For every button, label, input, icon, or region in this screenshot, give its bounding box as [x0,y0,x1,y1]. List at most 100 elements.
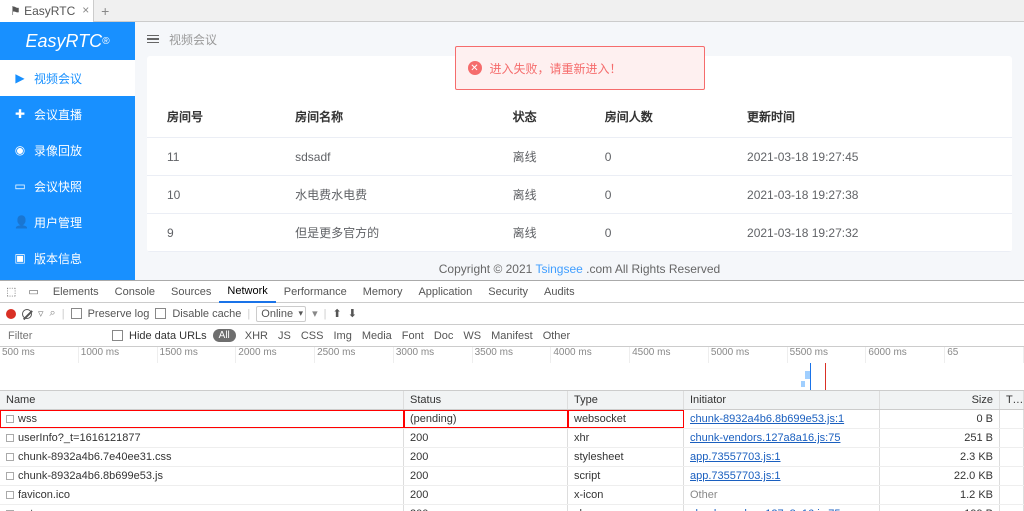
table-cell: 0 [595,138,737,176]
network-row[interactable]: userInfo?_t=1616121877200xhrchunk-vendor… [0,429,1024,448]
sidebar-item-snapshot[interactable]: ▭会议快照 [0,168,135,204]
wifi-icon[interactable]: ▾ [312,307,318,320]
throttle-select[interactable]: Online [256,306,306,322]
col-initiator[interactable]: Initiator [684,391,880,409]
side-icon: 👤 [14,215,26,229]
network-row[interactable]: chunk-8932a4b6.7e40ee31.css200stylesheet… [0,448,1024,467]
close-icon[interactable]: × [82,3,89,17]
filter-type-xhr[interactable]: XHR [242,330,271,342]
side-icon: ✚ [14,107,26,121]
sidebar: EasyRTC® ▶视频会议✚会议直播◉录像回放▭会议快照👤用户管理▣版本信息 [0,22,135,280]
sidebar-item-playback[interactable]: ◉录像回放 [0,132,135,168]
table-header: 房间名称 [285,96,503,138]
table-cell: 离线 [503,214,595,252]
devtools-tab-security[interactable]: Security [480,281,536,303]
filter-type-doc[interactable]: Doc [431,330,457,342]
devtools-tab-memory[interactable]: Memory [355,281,411,303]
table-header: 房间人数 [595,96,737,138]
col-status[interactable]: Status [404,391,568,409]
select-element-icon[interactable]: ⬚ [0,285,22,298]
network-row[interactable]: wss(pending)websocketchunk-8932a4b6.8b69… [0,410,1024,429]
hide-data-urls-checkbox[interactable] [112,330,123,341]
record-icon[interactable] [6,309,16,319]
cell-name: userInfo?_t=1616121877 [0,429,404,447]
timeline[interactable]: 500 ms1000 ms1500 ms2000 ms2500 ms3000 m… [0,347,1024,391]
cell-status: 200 [404,448,568,466]
timeline-tick: 1000 ms [79,347,158,363]
cell-name: chunk-8932a4b6.7e40ee31.css [0,448,404,466]
search-icon[interactable]: ⌕ [50,307,56,320]
table-header: 更新时间 [737,96,1012,138]
col-type[interactable]: Type [568,391,684,409]
download-icon[interactable]: ⬇ [348,307,357,320]
sidebar-item-version[interactable]: ▣版本信息 [0,240,135,276]
cell-type: stylesheet [568,448,684,466]
devtools-tab-console[interactable]: Console [107,281,163,303]
new-tab-button[interactable]: + [94,3,116,19]
clear-icon[interactable] [22,309,32,319]
timeline-tick: 5500 ms [788,347,867,363]
cell-size: 0 B [880,410,1000,428]
footer-link[interactable]: Tsingsee [535,262,582,276]
timeline-tick: 4500 ms [630,347,709,363]
cell-type: xhr [568,505,684,511]
network-row[interactable]: get200xhrchunk-vendors.127a8a16.js:75199… [0,505,1024,511]
upload-icon[interactable]: ⬆ [332,307,341,320]
network-row[interactable]: favicon.ico200x-iconOther1.2 KB [0,486,1024,505]
cell-size: 1.2 KB [880,486,1000,504]
col-size[interactable]: Size [880,391,1000,409]
filter-type-img[interactable]: Img [330,330,354,342]
cell-tin [1000,467,1024,485]
sidebar-item-video-meeting[interactable]: ▶视频会议 [0,60,135,96]
sidebar-item-users[interactable]: 👤用户管理 [0,204,135,240]
table-cell: 10 [147,176,285,214]
filter-type-ws[interactable]: WS [460,330,484,342]
preserve-log-checkbox[interactable] [71,308,82,319]
filter-type-other[interactable]: Other [540,330,574,342]
devtools-tab-network[interactable]: Network [219,281,275,303]
cell-name: wss [0,410,404,428]
filter-type-css[interactable]: CSS [298,330,327,342]
toggle-device-icon[interactable]: ▭ [22,285,44,298]
filter-type-media[interactable]: Media [359,330,395,342]
breadcrumb: 视频会议 [169,31,217,48]
devtools-tab-application[interactable]: Application [410,281,480,303]
error-icon: ✕ [468,61,482,75]
table-row[interactable]: 11sdsadf离线02021-03-18 19:27:45 [147,138,1012,176]
sidebar-item-live[interactable]: ✚会议直播 [0,96,135,132]
menu-toggle-icon[interactable] [147,35,159,44]
cell-tin [1000,429,1024,447]
flag-icon: ⚑ [10,4,21,18]
side-icon: ▭ [14,179,26,193]
timeline-tick: 1500 ms [158,347,237,363]
filter-icon[interactable]: ▿ [38,307,44,320]
filter-type-font[interactable]: Font [399,330,427,342]
table-cell: 但是更多官方的 [285,214,503,252]
browser-tab-title: EasyRTC [24,4,75,18]
filter-type-js[interactable]: JS [275,330,294,342]
browser-tab-easyrtc[interactable]: ⚑ EasyRTC × [0,0,94,22]
col-name[interactable]: Name [0,391,404,409]
disable-cache-label: Disable cache [172,308,241,320]
cell-initiator: app.73557703.js:1 [684,467,880,485]
hide-data-urls-label: Hide data URLs [129,330,207,342]
table-row[interactable]: 10水电费水电费离线02021-03-18 19:27:38 [147,176,1012,214]
network-row[interactable]: chunk-8932a4b6.8b699e53.js200scriptapp.7… [0,467,1024,486]
filter-input[interactable] [6,329,106,343]
table-row[interactable]: 9但是更多官方的离线02021-03-18 19:27:32 [147,214,1012,252]
disable-cache-checkbox[interactable] [155,308,166,319]
preserve-log-label: Preserve log [88,308,150,320]
timeline-tick: 3500 ms [473,347,552,363]
cell-status: 200 [404,429,568,447]
devtools-tab-elements[interactable]: Elements [45,281,107,303]
devtools-tab-sources[interactable]: Sources [163,281,219,303]
filter-type-manifest[interactable]: Manifest [488,330,536,342]
cell-tin [1000,448,1024,466]
devtools-tab-audits[interactable]: Audits [536,281,583,303]
devtools-tab-performance[interactable]: Performance [276,281,355,303]
network-grid: Name Status Type Initiator Size Tin wss(… [0,391,1024,511]
col-tin[interactable]: Tin [1000,391,1024,409]
footer: Copyright © 2021 Tsingsee .com All Right… [135,258,1024,280]
cell-initiator: app.73557703.js:1 [684,448,880,466]
filter-type-all[interactable]: All [213,329,236,342]
